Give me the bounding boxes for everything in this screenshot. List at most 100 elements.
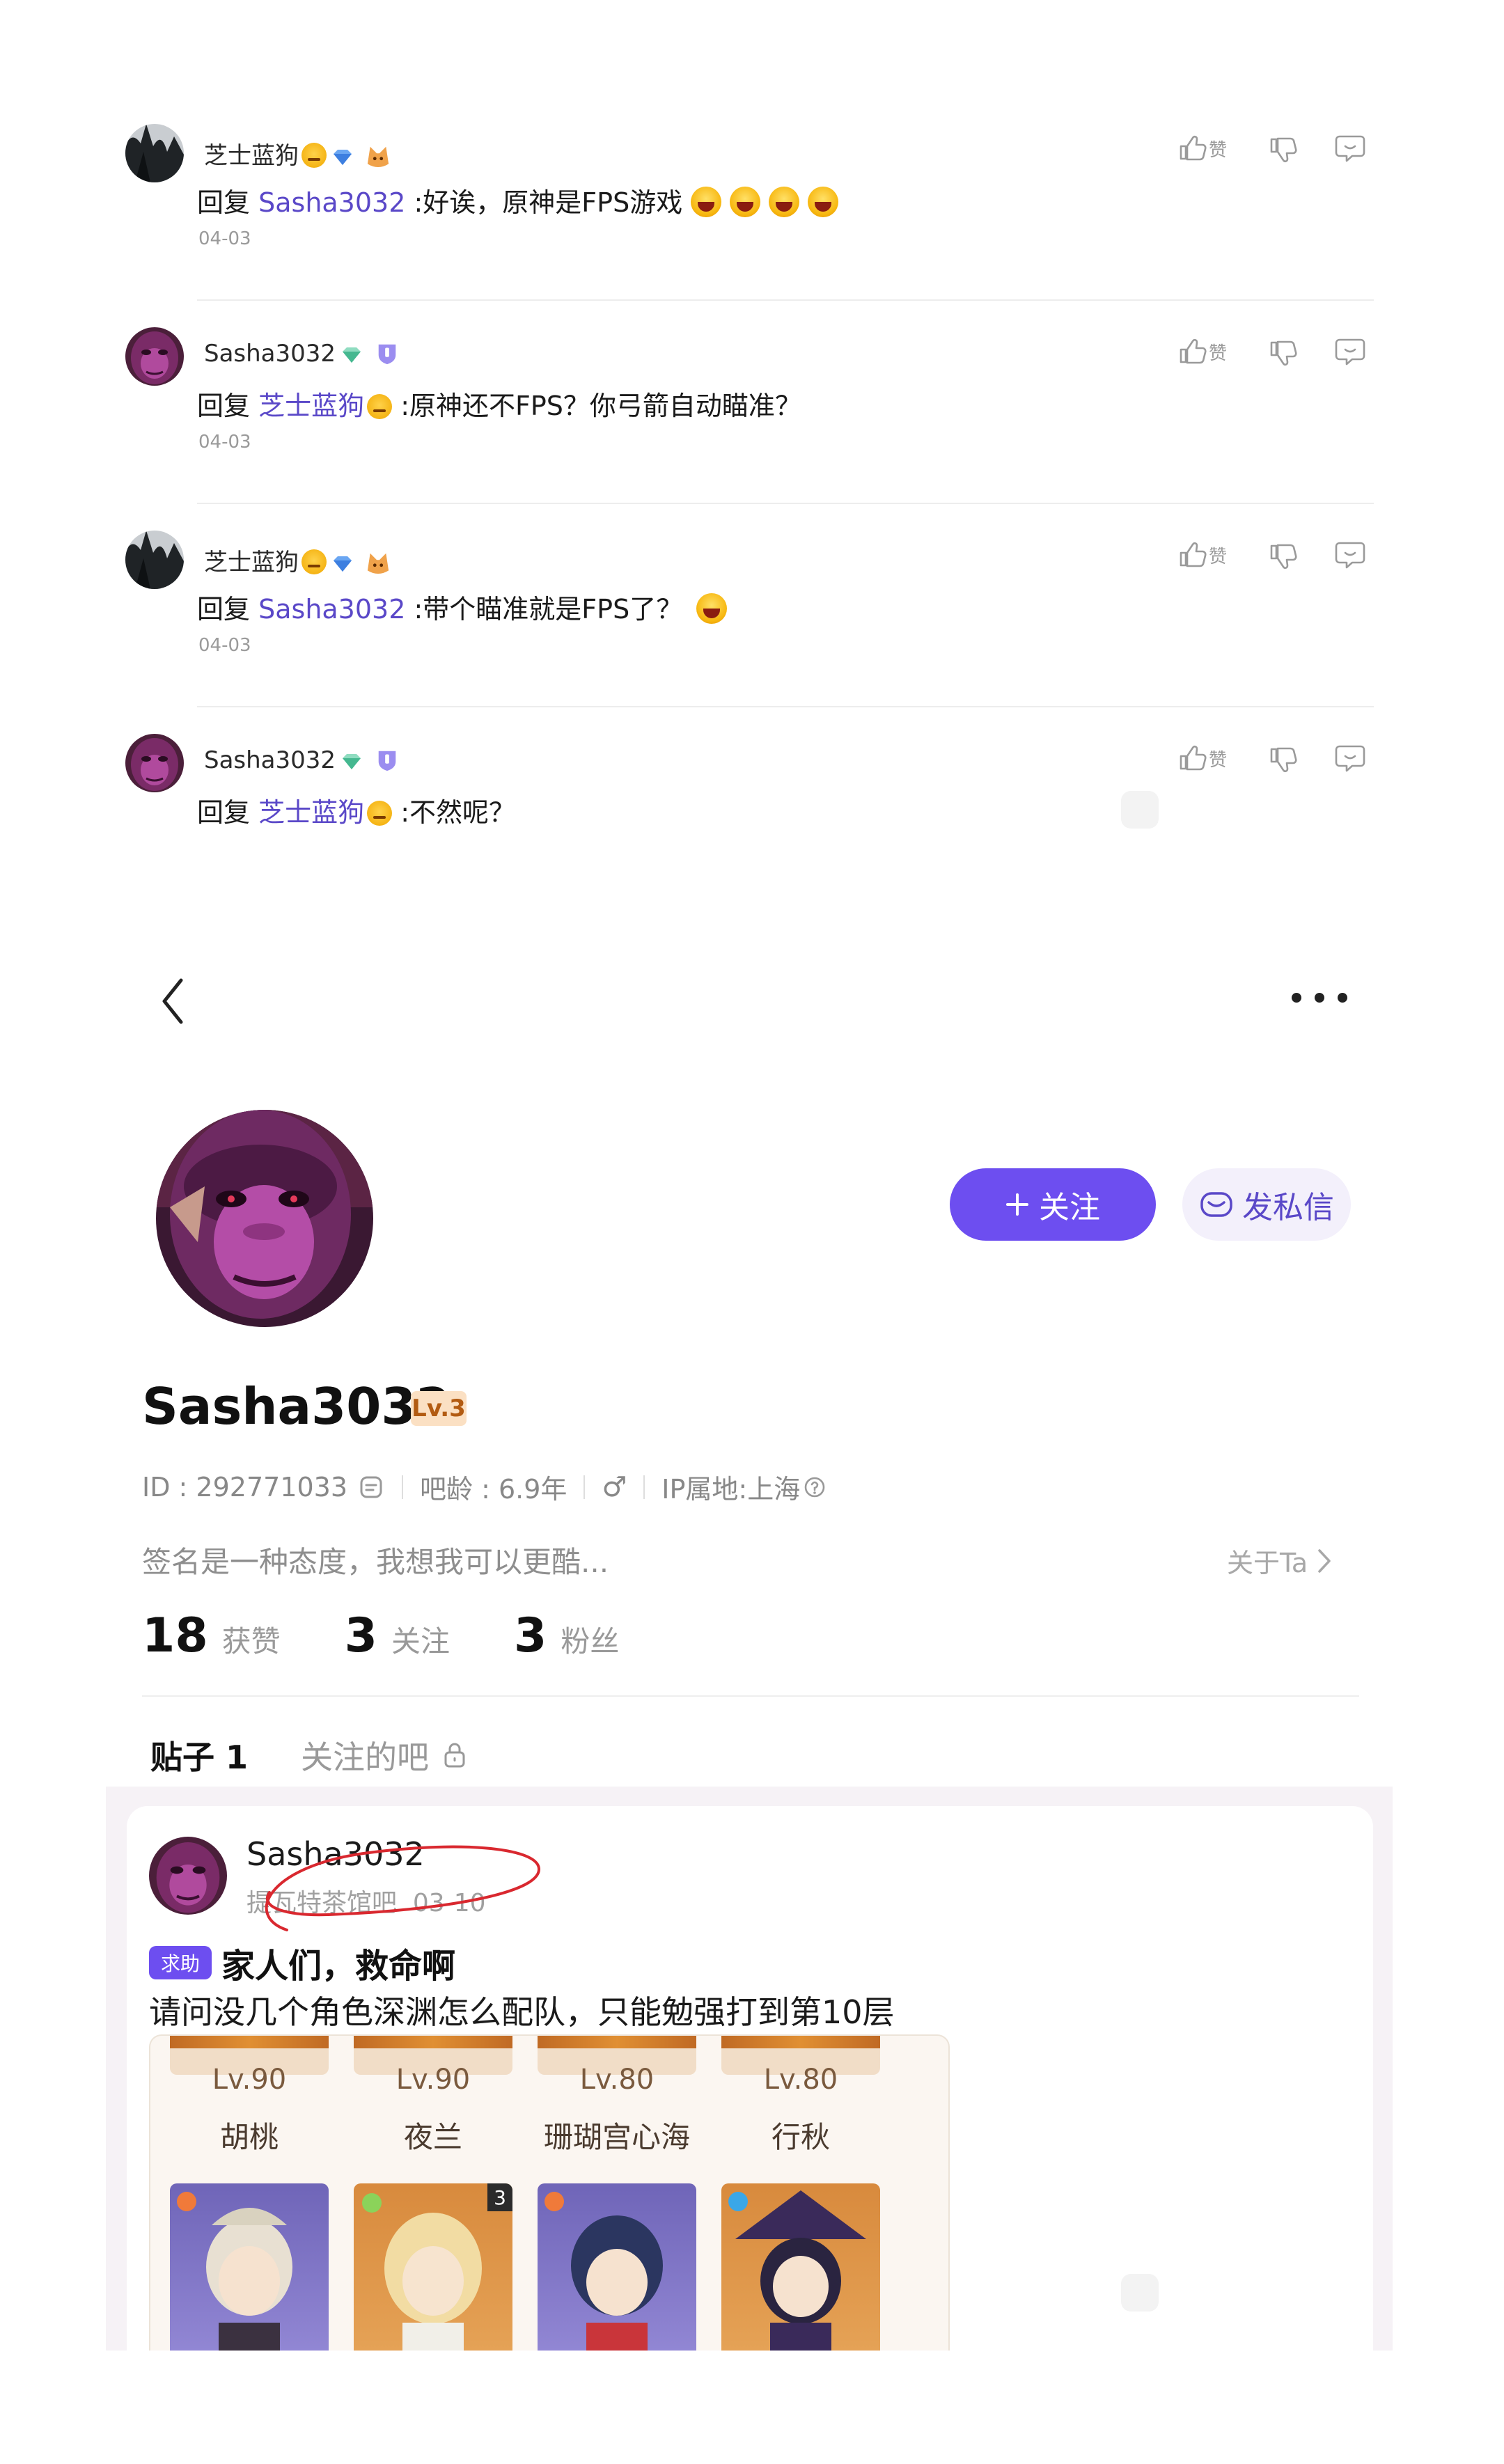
profile-stats: 18 获赞 3 关注 3 粉丝 (142, 1608, 683, 1663)
character-name: 胡桃 (219, 2120, 279, 2154)
diamond-badge-icon (343, 347, 361, 363)
thumbs-up-icon (1180, 542, 1207, 567)
laugh-emoji-icon (769, 187, 800, 217)
post-title-row: 求助 家人们，救命啊 (149, 1938, 455, 1987)
separator (643, 1475, 645, 1499)
user-id: ID : 292771033 (142, 1471, 348, 1502)
comment-author[interactable]: Sasha3032 (204, 340, 401, 368)
post-title[interactable]: 家人们，救命啊 (221, 1938, 455, 1987)
profile-tabs: 贴子 1 关注的吧 (150, 1732, 467, 1794)
profile-avatar[interactable] (156, 1110, 373, 1327)
reply-button[interactable] (1334, 537, 1366, 572)
comment-date: 04-03 (198, 432, 251, 453)
laugh-emoji-icon (808, 187, 839, 217)
reply-mention[interactable]: Sasha3032 (258, 594, 405, 625)
comment-item: Sasha3032 回复 芝士蓝狗 :原神还不FPS？你弓箭自动瞄准？ 04-0… (0, 327, 1504, 531)
following-count[interactable]: 3 (345, 1608, 377, 1663)
diamond-badge-icon (334, 556, 352, 572)
gender-icon: ♂ (602, 1470, 627, 1503)
post-card[interactable]: Sasha3032 提瓦特茶馆吧 03-10 求助 家人们，救命啊 请问没几个角… (127, 1806, 1373, 2351)
reply-button[interactable] (1334, 131, 1366, 166)
level-badge: Lv.3 (411, 1391, 467, 1426)
reply-mention[interactable]: 芝士蓝狗 (258, 797, 393, 828)
dislike-button[interactable] (1267, 741, 1299, 776)
diamond-badge-icon (334, 150, 352, 165)
more-options-icon[interactable] (1292, 987, 1347, 1008)
about-link[interactable]: 关于Ta (1227, 1541, 1333, 1580)
comment-actions: 赞 (1177, 537, 1365, 572)
profile-username: Sasha3032 (142, 1377, 451, 1436)
character-portrait (538, 2183, 696, 2351)
faint-overlay-icon (1121, 791, 1159, 829)
comment-item: 芝士蓝狗 回复 Sasha3032 :带个瞄准就是FPS了？ 04-03 赞 (0, 531, 1504, 734)
likes-label: 获赞 (221, 1624, 281, 1658)
chevron-right-icon (1318, 1548, 1331, 1573)
faint-overlay-icon (1121, 2274, 1159, 2312)
reply-button[interactable] (1334, 741, 1366, 776)
character-portrait (170, 2183, 329, 2351)
help-icon[interactable] (803, 1475, 827, 1499)
post-image[interactable]: Lv.90 胡桃 Lv.90 夜兰 Lv.80 珊瑚宫心海 Lv.80 行秋 3 (149, 2034, 950, 2351)
dislike-button[interactable] (1267, 334, 1299, 369)
tab-followed-bars[interactable]: 关注的吧 (301, 1732, 467, 1778)
dislike-button[interactable] (1267, 537, 1299, 572)
plus-icon (1006, 1193, 1028, 1216)
character-level: Lv.90 (212, 2064, 287, 2096)
comment-text: 回复 Sasha3032 :带个瞄准就是FPS了？ (197, 588, 728, 626)
laugh-emoji-icon (730, 187, 761, 217)
tab-posts[interactable]: 贴子 1 (150, 1732, 248, 1794)
comment-avatar[interactable] (125, 327, 184, 386)
comment-text: 回复 芝士蓝狗 :原神还不FPS？你弓箭自动瞄准？ (197, 391, 801, 421)
comment-avatar[interactable] (125, 124, 184, 182)
constellation-badge: 3 (487, 2183, 512, 2211)
reply-mention[interactable]: 芝士蓝狗 (258, 391, 393, 421)
character-name: 行秋 (771, 2120, 830, 2154)
comment-author[interactable]: Sasha3032 (204, 746, 401, 774)
thumbs-down-icon (1270, 340, 1297, 366)
character-level: Lv.80 (579, 2064, 655, 2096)
divider (197, 706, 1374, 707)
laugh-emoji-icon (691, 187, 722, 217)
ip-location: IP属地:上海 (661, 1474, 801, 1505)
fox-badge-icon (367, 553, 389, 574)
fox-badge-icon (367, 146, 389, 168)
diamond-badge-icon (343, 754, 361, 769)
like-button[interactable]: 赞 (1177, 334, 1227, 369)
surprised-emoji-icon (696, 593, 728, 624)
like-button[interactable]: 赞 (1177, 537, 1227, 572)
character-name: 夜兰 (403, 2120, 462, 2154)
back-arrow-icon[interactable] (159, 976, 187, 1026)
thumbs-down-icon (1270, 137, 1297, 163)
thumbs-up-icon (1180, 135, 1207, 161)
comment-author[interactable]: 芝士蓝狗 (204, 543, 392, 577)
divider (197, 299, 1374, 301)
dislike-button[interactable] (1267, 131, 1299, 166)
following-label: 关注 (391, 1624, 450, 1658)
comment-author[interactable]: 芝士蓝狗 (204, 136, 392, 171)
comment-actions: 赞 (1177, 131, 1365, 166)
reply-bubble-icon (1335, 135, 1365, 162)
like-button[interactable]: 赞 (1177, 131, 1227, 166)
comment-actions: 赞 (1177, 334, 1365, 369)
send-message-button[interactable]: 发私信 (1182, 1168, 1351, 1241)
comment-date: 04-03 (198, 635, 251, 656)
likes-count[interactable]: 18 (142, 1608, 208, 1663)
smirk-emoji-icon (301, 549, 327, 574)
comment-item: Sasha3032 回复 芝士蓝狗 :不然呢？ 赞 (0, 734, 1504, 937)
comment-date: 04-03 (198, 228, 251, 249)
thumbs-up-icon (1180, 745, 1207, 771)
divider (197, 503, 1374, 504)
help-tag: 求助 (149, 1946, 212, 1979)
character-level: Lv.80 (763, 2064, 838, 2096)
reply-button[interactable] (1334, 334, 1366, 369)
reply-mention[interactable]: Sasha3032 (258, 187, 405, 218)
follow-button[interactable]: 关注 (950, 1168, 1156, 1241)
comment-avatar[interactable] (125, 734, 184, 792)
copy-icon[interactable] (357, 1473, 385, 1501)
like-button[interactable]: 赞 (1177, 741, 1227, 776)
thumbs-up-icon (1180, 338, 1207, 364)
followers-count[interactable]: 3 (514, 1608, 547, 1663)
comment-item: 芝士蓝狗 回复 Sasha3032 :好诶，原神是FPS游戏 04-03 赞 (0, 124, 1504, 327)
comment-avatar[interactable] (125, 531, 184, 589)
separator (583, 1475, 586, 1499)
